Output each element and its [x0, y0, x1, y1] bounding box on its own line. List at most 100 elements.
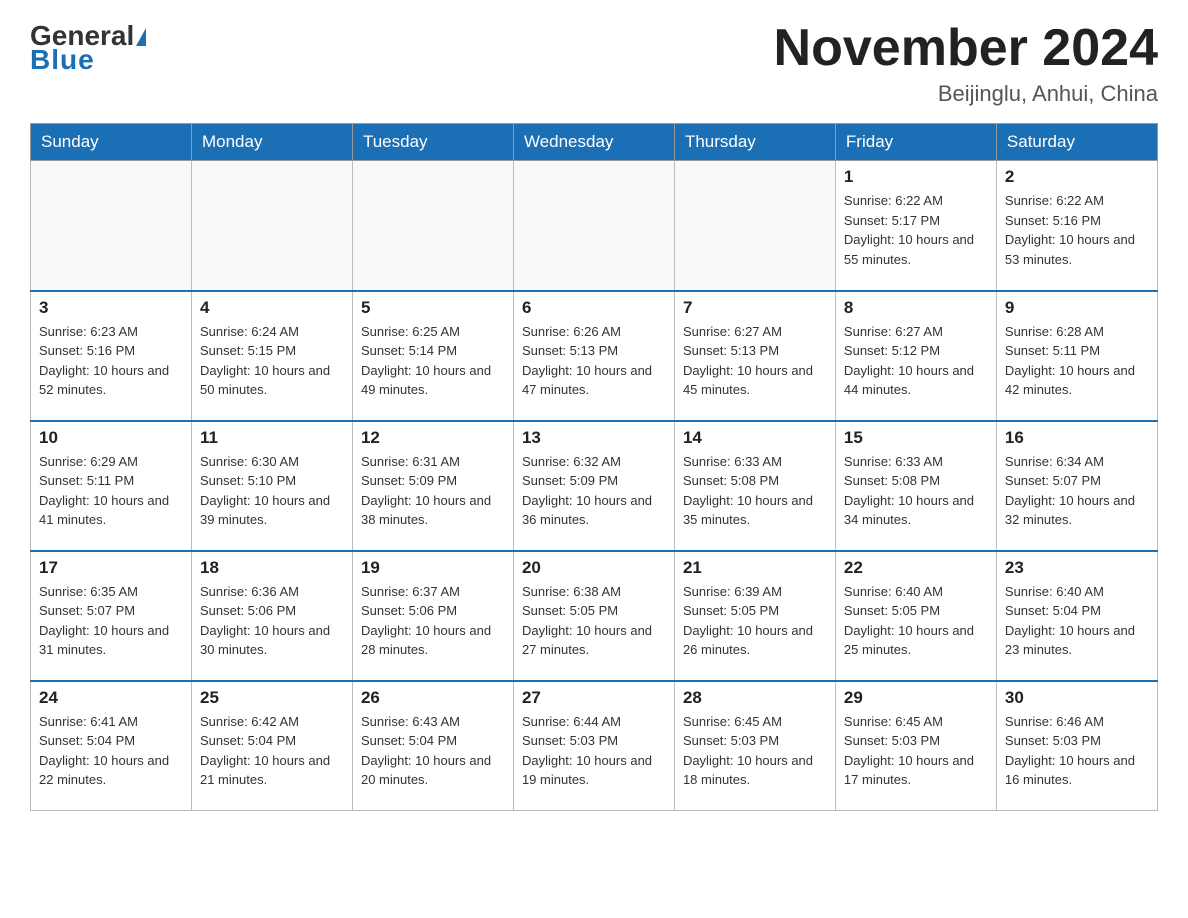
day-number: 21 — [683, 558, 827, 578]
day-info: Sunrise: 6:31 AMSunset: 5:09 PMDaylight:… — [361, 452, 505, 530]
table-row: 1 Sunrise: 6:22 AMSunset: 5:17 PMDaylight… — [835, 161, 996, 291]
day-info: Sunrise: 6:36 AMSunset: 5:06 PMDaylight:… — [200, 582, 344, 660]
table-row: 22 Sunrise: 6:40 AMSunset: 5:05 PMDayligh… — [835, 551, 996, 681]
day-info: Sunrise: 6:30 AMSunset: 5:10 PMDaylight:… — [200, 452, 344, 530]
table-row: 13 Sunrise: 6:32 AMSunset: 5:09 PMDayligh… — [513, 421, 674, 551]
day-number: 3 — [39, 298, 183, 318]
day-info: Sunrise: 6:28 AMSunset: 5:11 PMDaylight:… — [1005, 322, 1149, 400]
table-row: 3Sunrise: 6:23 AMSunset: 5:16 PMDaylight… — [31, 291, 192, 421]
day-info: Sunrise: 6:40 AMSunset: 5:04 PMDaylight:… — [1005, 582, 1149, 660]
table-row: 24 Sunrise: 6:41 AMSunset: 5:04 PMDayligh… — [31, 681, 192, 811]
page-header: General Blue November 2024 Beijinglu, An… — [30, 20, 1158, 107]
day-info: Sunrise: 6:22 AMSunset: 5:16 PMDaylight:… — [1005, 191, 1149, 269]
table-row: 27 Sunrise: 6:44 AMSunset: 5:03 PMDayligh… — [513, 681, 674, 811]
day-number: 25 — [200, 688, 344, 708]
day-number: 14 — [683, 428, 827, 448]
table-row: 12 Sunrise: 6:31 AMSunset: 5:09 PMDayligh… — [352, 421, 513, 551]
table-row: 8Sunrise: 6:27 AMSunset: 5:12 PMDaylight… — [835, 291, 996, 421]
day-number: 2 — [1005, 167, 1149, 187]
table-row: 25 Sunrise: 6:42 AMSunset: 5:04 PMDayligh… — [191, 681, 352, 811]
table-row: 4 Sunrise: 6:24 AMSunset: 5:15 PMDaylight… — [191, 291, 352, 421]
table-row — [352, 161, 513, 291]
table-row: 17 Sunrise: 6:35 AMSunset: 5:07 PMDayligh… — [31, 551, 192, 681]
calendar-week-row: 24 Sunrise: 6:41 AMSunset: 5:04 PMDayligh… — [31, 681, 1158, 811]
day-number: 26 — [361, 688, 505, 708]
table-row: 2 Sunrise: 6:22 AMSunset: 5:16 PMDaylight… — [996, 161, 1157, 291]
table-row: 16Sunrise: 6:34 AMSunset: 5:07 PMDayligh… — [996, 421, 1157, 551]
day-info: Sunrise: 6:43 AMSunset: 5:04 PMDaylight:… — [361, 712, 505, 790]
header-sunday: Sunday — [31, 124, 192, 161]
calendar-header-row: Sunday Monday Tuesday Wednesday Thursday… — [31, 124, 1158, 161]
header-friday: Friday — [835, 124, 996, 161]
logo-blue-text: Blue — [30, 44, 95, 76]
day-number: 29 — [844, 688, 988, 708]
day-info: Sunrise: 6:35 AMSunset: 5:07 PMDaylight:… — [39, 582, 183, 660]
table-row — [513, 161, 674, 291]
day-number: 9 — [1005, 298, 1149, 318]
day-info: Sunrise: 6:37 AMSunset: 5:06 PMDaylight:… — [361, 582, 505, 660]
day-number: 28 — [683, 688, 827, 708]
day-number: 23 — [1005, 558, 1149, 578]
table-row — [191, 161, 352, 291]
calendar-week-row: 17 Sunrise: 6:35 AMSunset: 5:07 PMDayligh… — [31, 551, 1158, 681]
header-wednesday: Wednesday — [513, 124, 674, 161]
table-row: 6 Sunrise: 6:26 AMSunset: 5:13 PMDaylight… — [513, 291, 674, 421]
day-number: 30 — [1005, 688, 1149, 708]
table-row: 30Sunrise: 6:46 AMSunset: 5:03 PMDayligh… — [996, 681, 1157, 811]
day-info: Sunrise: 6:26 AMSunset: 5:13 PMDaylight:… — [522, 322, 666, 400]
table-row: 21 Sunrise: 6:39 AMSunset: 5:05 PMDayligh… — [674, 551, 835, 681]
table-row: 10 Sunrise: 6:29 AMSunset: 5:11 PMDayligh… — [31, 421, 192, 551]
day-number: 5 — [361, 298, 505, 318]
day-number: 27 — [522, 688, 666, 708]
table-row: 9 Sunrise: 6:28 AMSunset: 5:11 PMDaylight… — [996, 291, 1157, 421]
table-row: 23 Sunrise: 6:40 AMSunset: 5:04 PMDayligh… — [996, 551, 1157, 681]
day-number: 17 — [39, 558, 183, 578]
table-row — [674, 161, 835, 291]
day-info: Sunrise: 6:45 AMSunset: 5:03 PMDaylight:… — [683, 712, 827, 790]
logo-triangle-icon — [136, 28, 146, 46]
day-number: 4 — [200, 298, 344, 318]
day-info: Sunrise: 6:27 AMSunset: 5:13 PMDaylight:… — [683, 322, 827, 400]
day-number: 18 — [200, 558, 344, 578]
day-info: Sunrise: 6:24 AMSunset: 5:15 PMDaylight:… — [200, 322, 344, 400]
day-number: 6 — [522, 298, 666, 318]
day-number: 24 — [39, 688, 183, 708]
table-row: 29Sunrise: 6:45 AMSunset: 5:03 PMDayligh… — [835, 681, 996, 811]
day-number: 12 — [361, 428, 505, 448]
table-row: 11Sunrise: 6:30 AMSunset: 5:10 PMDayligh… — [191, 421, 352, 551]
day-info: Sunrise: 6:33 AMSunset: 5:08 PMDaylight:… — [683, 452, 827, 530]
day-info: Sunrise: 6:38 AMSunset: 5:05 PMDaylight:… — [522, 582, 666, 660]
table-row: 15 Sunrise: 6:33 AMSunset: 5:08 PMDayligh… — [835, 421, 996, 551]
day-info: Sunrise: 6:32 AMSunset: 5:09 PMDaylight:… — [522, 452, 666, 530]
day-info: Sunrise: 6:22 AMSunset: 5:17 PMDaylight:… — [844, 191, 988, 269]
header-tuesday: Tuesday — [352, 124, 513, 161]
day-number: 13 — [522, 428, 666, 448]
day-number: 1 — [844, 167, 988, 187]
table-row: 5Sunrise: 6:25 AMSunset: 5:14 PMDaylight… — [352, 291, 513, 421]
day-info: Sunrise: 6:42 AMSunset: 5:04 PMDaylight:… — [200, 712, 344, 790]
day-number: 8 — [844, 298, 988, 318]
day-info: Sunrise: 6:34 AMSunset: 5:07 PMDaylight:… — [1005, 452, 1149, 530]
calendar-week-row: 3Sunrise: 6:23 AMSunset: 5:16 PMDaylight… — [31, 291, 1158, 421]
table-row — [31, 161, 192, 291]
day-number: 15 — [844, 428, 988, 448]
logo: General Blue — [30, 20, 146, 76]
day-info: Sunrise: 6:33 AMSunset: 5:08 PMDaylight:… — [844, 452, 988, 530]
day-info: Sunrise: 6:44 AMSunset: 5:03 PMDaylight:… — [522, 712, 666, 790]
header-thursday: Thursday — [674, 124, 835, 161]
table-row: 18 Sunrise: 6:36 AMSunset: 5:06 PMDayligh… — [191, 551, 352, 681]
day-number: 19 — [361, 558, 505, 578]
day-number: 10 — [39, 428, 183, 448]
day-number: 20 — [522, 558, 666, 578]
calendar-table: Sunday Monday Tuesday Wednesday Thursday… — [30, 123, 1158, 811]
table-row: 28 Sunrise: 6:45 AMSunset: 5:03 PMDayligh… — [674, 681, 835, 811]
table-row: 7Sunrise: 6:27 AMSunset: 5:13 PMDaylight… — [674, 291, 835, 421]
day-info: Sunrise: 6:39 AMSunset: 5:05 PMDaylight:… — [683, 582, 827, 660]
day-info: Sunrise: 6:29 AMSunset: 5:11 PMDaylight:… — [39, 452, 183, 530]
day-info: Sunrise: 6:40 AMSunset: 5:05 PMDaylight:… — [844, 582, 988, 660]
table-row: 20 Sunrise: 6:38 AMSunset: 5:05 PMDayligh… — [513, 551, 674, 681]
day-info: Sunrise: 6:41 AMSunset: 5:04 PMDaylight:… — [39, 712, 183, 790]
month-title: November 2024 — [774, 20, 1158, 77]
table-row: 14 Sunrise: 6:33 AMSunset: 5:08 PMDayligh… — [674, 421, 835, 551]
day-number: 22 — [844, 558, 988, 578]
